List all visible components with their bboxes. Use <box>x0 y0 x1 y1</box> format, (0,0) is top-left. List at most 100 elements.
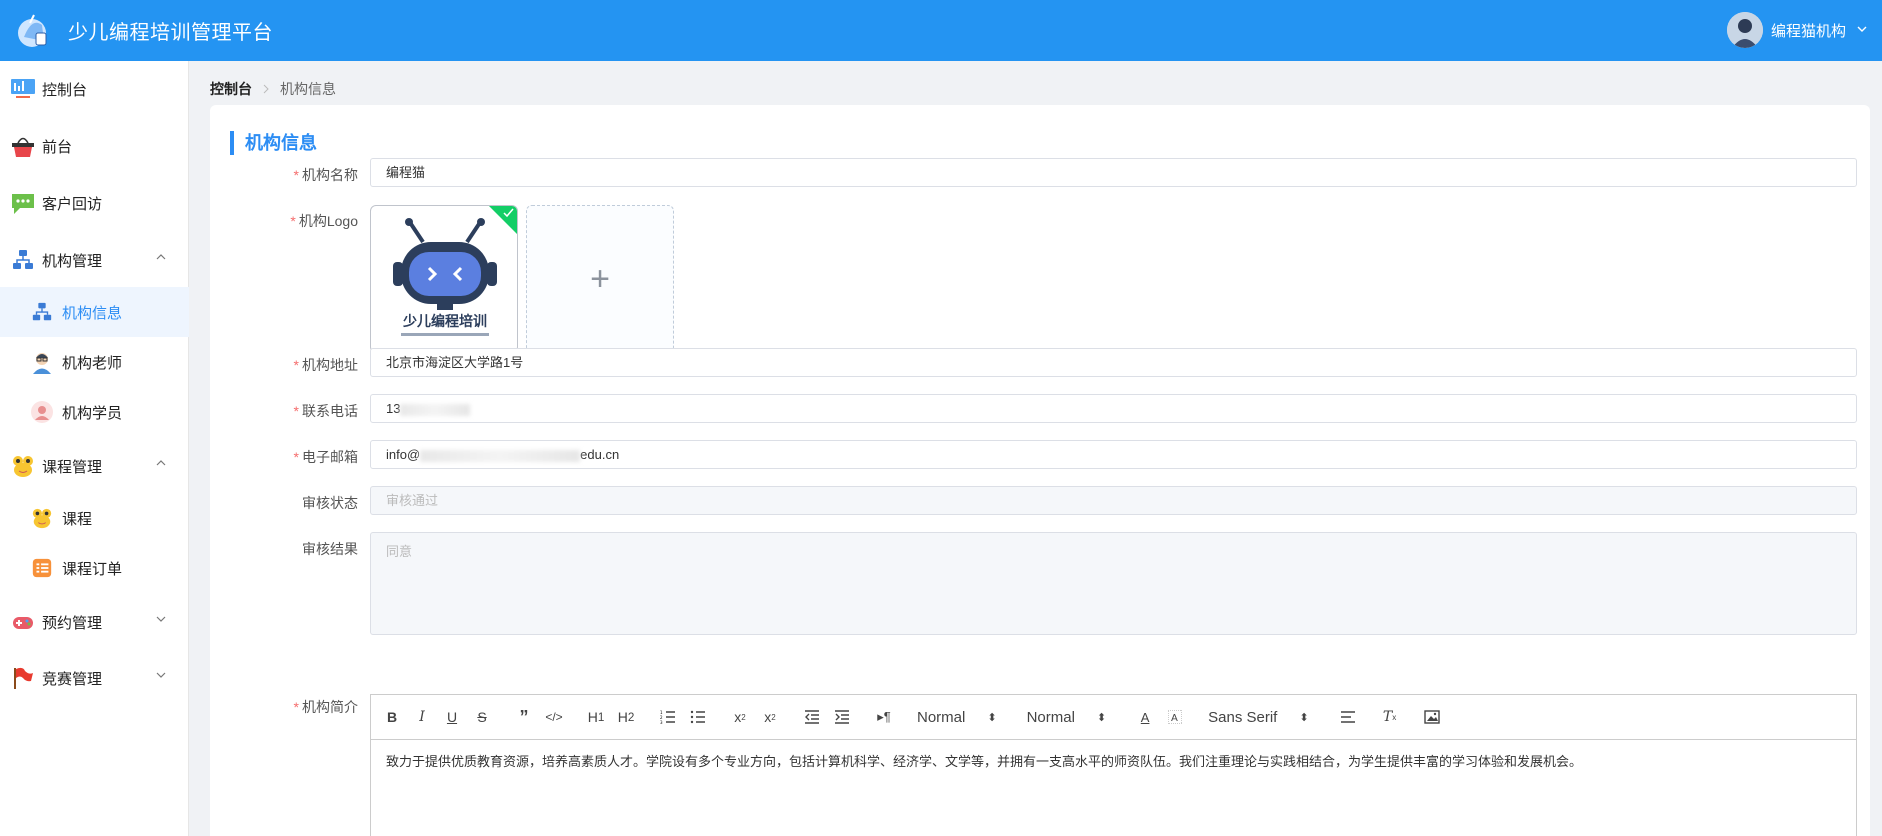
sidebar-item-appointment-management[interactable]: 预约管理 <box>0 597 189 647</box>
sidebar-item-label: 前台 <box>42 138 73 156</box>
updown-icon: ⬍ <box>1096 711 1107 724</box>
name-label: * 机构名称 <box>293 167 358 183</box>
editor-content[interactable]: 致力于提供优质教育资源，培养高素质人才。学院设有多个专业方向，包括计算机科学、经… <box>371 740 1856 784</box>
section-title: 机构信息 <box>230 131 317 155</box>
svg-text:3: 3 <box>660 720 663 724</box>
audit-result-label: 审核结果 <box>302 541 358 557</box>
sidebar-item-org-students[interactable]: 机构学员 <box>0 387 189 437</box>
intro-label: * 机构简介 <box>293 699 358 715</box>
clear-format-icon[interactable]: Tx <box>1381 707 1399 727</box>
background-color-icon[interactable]: A <box>1166 707 1184 727</box>
sidebar-item-competition-management[interactable]: 竞赛管理 <box>0 653 189 703</box>
bold-icon[interactable]: B <box>383 707 401 727</box>
address-input[interactable]: 北京市海淀区大学路1号 <box>370 348 1857 377</box>
check-icon <box>503 207 514 221</box>
org-chart-icon <box>10 247 36 273</box>
sidebar-item-label: 机构老师 <box>62 354 123 372</box>
svg-text:A: A <box>1171 713 1178 724</box>
superscript-icon[interactable]: x2 <box>761 707 779 727</box>
updown-icon: ⬍ <box>987 711 997 724</box>
sidebar-item-label: 课程 <box>62 510 93 528</box>
audit-status-label: 审核状态 <box>302 495 358 511</box>
sidebar-item-course-orders[interactable]: 课程订单 <box>0 543 189 593</box>
chevron-down-icon <box>155 669 167 684</box>
sidebar-item-label: 客户回访 <box>42 195 103 213</box>
editor-toolbar: B I U S ” </> H1 H2 123 x2 x2 ▸¶ Normal ⬍… <box>371 695 1856 740</box>
indent-icon[interactable] <box>833 707 851 727</box>
flag-icon <box>10 665 36 691</box>
phone-input[interactable]: 13 <box>370 394 1857 423</box>
breadcrumb: 控制台 机构信息 <box>210 79 336 99</box>
address-label: * 机构地址 <box>293 357 358 373</box>
sidebar-item-label: 控制台 <box>42 81 88 99</box>
top-header: 少儿编程培训管理平台 编程猫机构 <box>0 0 1882 61</box>
org-name-input[interactable]: 编程猫 <box>370 158 1857 187</box>
subscript-icon[interactable]: x2 <box>731 707 749 727</box>
font-picker[interactable]: Sans Serif ⬍ <box>1208 709 1308 726</box>
sidebar-item-label: 课程订单 <box>62 560 123 578</box>
logo-caption: 少儿编程培训 <box>402 313 487 330</box>
sidebar-item-org-teachers[interactable]: 机构老师 <box>0 337 189 387</box>
phone-label: * 联系电话 <box>293 403 358 419</box>
app-logo-icon <box>14 11 54 51</box>
chevron-right-icon <box>262 81 270 97</box>
italic-icon[interactable]: I <box>413 707 431 727</box>
sidebar-item-label: 竞赛管理 <box>42 670 103 688</box>
size-picker[interactable]: Normal ⬍ <box>1027 709 1107 726</box>
email-input[interactable]: info@ edu.cn <box>370 440 1857 469</box>
font-color-icon[interactable]: A <box>1136 707 1154 727</box>
redacted-text <box>400 403 471 416</box>
order-list-icon <box>30 556 54 580</box>
text-direction-icon[interactable]: ▸¶ <box>875 707 893 727</box>
frog-icon <box>10 453 36 479</box>
logo-preview[interactable]: 少儿编程培训 <box>370 205 518 353</box>
breadcrumb-current: 机构信息 <box>280 81 336 97</box>
redacted-text <box>420 449 581 462</box>
sidebar-item-org-management[interactable]: 机构管理 <box>0 235 189 285</box>
org-chart-icon <box>30 300 54 324</box>
image-icon[interactable] <box>1423 707 1441 727</box>
underline-icon[interactable]: U <box>443 707 461 727</box>
bullet-list-icon[interactable] <box>689 707 707 727</box>
rich-text-editor[interactable]: B I U S ” </> H1 H2 123 x2 x2 ▸¶ Normal ⬍… <box>370 694 1857 836</box>
avatar[interactable] <box>1726 12 1763 48</box>
chevron-down-icon[interactable] <box>1856 22 1868 38</box>
logo-upload-button[interactable]: + <box>526 205 674 353</box>
user-name[interactable]: 编程猫机构 <box>1771 20 1846 41</box>
teacher-icon <box>30 350 54 374</box>
sidebar-item-front-desk[interactable]: 前台 <box>0 121 189 171</box>
gamepad-icon <box>10 609 36 635</box>
outdent-icon[interactable] <box>803 707 821 727</box>
header1-icon[interactable]: H1 <box>587 707 605 727</box>
align-icon[interactable] <box>1339 707 1357 727</box>
chat-icon <box>10 190 36 216</box>
sidebar-item-customer-visit[interactable]: 客户回访 <box>0 178 189 228</box>
chevron-down-icon <box>155 613 167 628</box>
blockquote-icon[interactable]: ” <box>515 707 533 727</box>
sidebar-item-label: 课程管理 <box>42 458 103 476</box>
header-picker[interactable]: Normal ⬍ <box>917 709 997 726</box>
chevron-up-icon <box>155 457 167 472</box>
header2-icon[interactable]: H2 <box>617 707 635 727</box>
sidebar-item-course-management[interactable]: 课程管理 <box>0 441 189 491</box>
sidebar: 控制台 前台 客户回访 机构管理 机构信息 机构老师 机构学员 课程管理 课程 … <box>0 61 189 836</box>
sidebar-item-dashboard[interactable]: 控制台 <box>0 64 189 114</box>
app-title: 少儿编程培训管理平台 <box>68 22 273 44</box>
sidebar-item-org-info[interactable]: 机构信息 <box>0 287 189 337</box>
chevron-up-icon <box>155 251 167 266</box>
student-icon <box>30 400 54 424</box>
strikethrough-icon[interactable]: S <box>473 707 491 727</box>
sidebar-item-course[interactable]: 课程 <box>0 493 189 543</box>
basket-icon <box>10 133 36 159</box>
breadcrumb-home[interactable]: 控制台 <box>210 79 252 99</box>
updown-icon: ⬍ <box>1299 711 1309 724</box>
audit-status-input: 审核通过 <box>370 486 1857 515</box>
frog-icon <box>30 506 54 530</box>
code-block-icon[interactable]: </> <box>545 707 563 727</box>
sidebar-item-label: 机构管理 <box>42 252 103 270</box>
plus-icon: + <box>590 259 610 298</box>
user-menu[interactable]: 编程猫机构 <box>1726 12 1868 48</box>
sidebar-item-label: 机构学员 <box>62 404 123 422</box>
audit-result-textarea: 同意 <box>370 532 1857 635</box>
ordered-list-icon[interactable]: 123 <box>659 707 677 727</box>
